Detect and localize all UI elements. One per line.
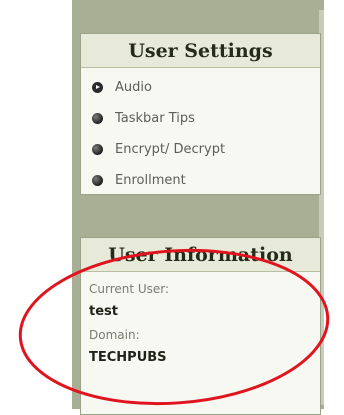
user-information-title: User Information [81, 238, 320, 272]
bullet-icon [92, 175, 103, 186]
play-bullet-icon [92, 82, 103, 93]
user-settings-title: User Settings [81, 34, 320, 68]
user-settings-menu: Audio Taskbar Tips Encrypt/ Decrypt Enro… [81, 68, 320, 196]
menu-item-label: Encrypt/ Decrypt [115, 142, 226, 157]
bullet-icon [92, 144, 103, 155]
menu-item-label: Audio [115, 80, 152, 95]
menu-item-encrypt-decrypt[interactable]: Encrypt/ Decrypt [81, 134, 320, 165]
user-information-body: Current User: test Domain: TECHPUBS [81, 272, 320, 370]
bullet-icon [92, 113, 103, 124]
domain-label: Domain: [89, 328, 140, 342]
current-user-value: test [89, 304, 118, 319]
domain-value: TECHPUBS [89, 350, 167, 365]
menu-item-enrollment[interactable]: Enrollment [81, 165, 320, 196]
user-information-panel: User Information Current User: test Doma… [80, 237, 321, 415]
menu-item-taskbar-tips[interactable]: Taskbar Tips [81, 103, 320, 134]
user-settings-panel: User Settings Audio Taskbar Tips Encrypt… [80, 33, 321, 195]
content-area-edge [324, 0, 344, 409]
menu-item-label: Taskbar Tips [115, 111, 195, 126]
menu-item-label: Enrollment [115, 173, 186, 188]
menu-item-audio[interactable]: Audio [81, 72, 320, 103]
current-user-label: Current User: [89, 282, 170, 296]
